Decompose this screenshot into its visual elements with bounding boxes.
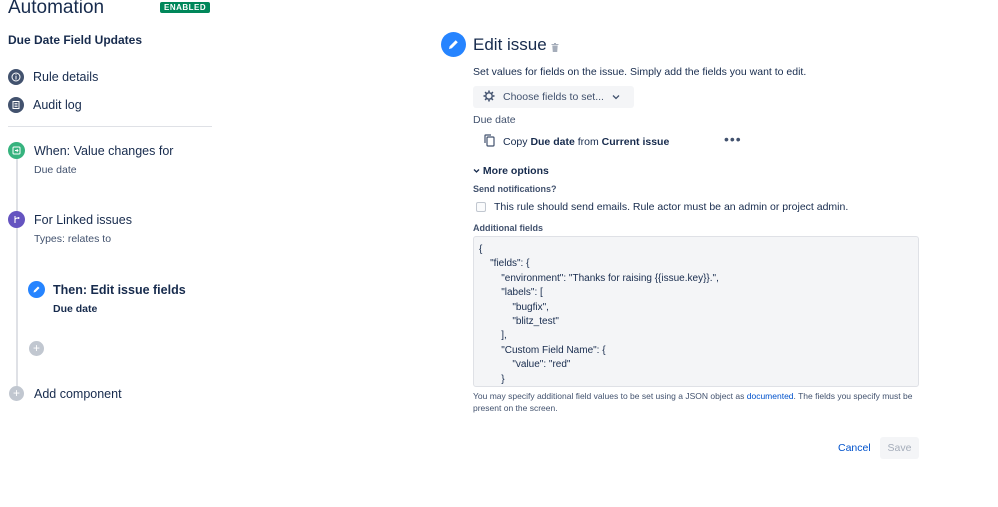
send-notifications-checkbox[interactable] [476, 202, 486, 212]
info-icon [8, 69, 24, 85]
help-text-prefix: You may specify additional field values … [473, 391, 747, 401]
field-label: Due date [473, 114, 516, 126]
action-icon [28, 281, 45, 298]
rule-name: Due Date Field Updates [8, 33, 143, 47]
branch-title: For Linked issues [34, 213, 132, 227]
divider [8, 126, 212, 127]
app-title: Automation [8, 0, 105, 18]
timeline-line [16, 158, 18, 394]
trash-icon[interactable] [550, 40, 560, 58]
branch-icon [8, 211, 25, 228]
additional-fields-label: Additional fields [473, 223, 544, 233]
status-badge: ENABLED [160, 2, 211, 13]
copy-from: from [577, 136, 599, 148]
documented-link[interactable]: documented [747, 391, 794, 401]
cancel-button[interactable]: Cancel [830, 438, 879, 458]
send-notifications-label: Send notifications? [473, 184, 557, 194]
copy-field-name: Due date [530, 136, 575, 148]
branch-step[interactable]: For Linked issues Types: relates to [34, 213, 132, 245]
help-text: You may specify additional field values … [473, 391, 923, 414]
editor-title: Edit issue [473, 35, 547, 54]
trigger-step[interactable]: When: Value changes for Due date [34, 144, 173, 176]
copy-icon [484, 134, 495, 150]
choose-fields-label: Choose fields to set... [503, 91, 604, 103]
more-options-label: More options [482, 165, 549, 177]
copy-prefix: Copy [503, 136, 528, 148]
more-actions-icon[interactable]: ••• [724, 131, 742, 147]
add-branch-action-button[interactable]: + [29, 341, 44, 356]
send-notifications-text: This rule should send emails. Rule actor… [494, 201, 849, 213]
save-button[interactable]: Save [880, 437, 919, 459]
send-notifications-row[interactable]: This rule should send emails. Rule actor… [476, 201, 848, 213]
more-options-toggle[interactable]: More options [473, 165, 549, 177]
chevron-down-icon [473, 165, 483, 177]
trigger-icon [8, 142, 25, 159]
nav-audit-log-label: Audit log [33, 98, 82, 112]
editor-description: Set values for fields on the issue. Simp… [473, 66, 807, 78]
action-subtitle: Due date [53, 303, 98, 315]
nav-rule-details-label: Rule details [33, 70, 99, 84]
branch-subtitle: Types: relates to [34, 233, 112, 245]
nav-rule-details[interactable]: Rule details [8, 69, 98, 85]
gear-icon [483, 90, 495, 105]
pencil-icon [441, 32, 466, 57]
copy-source: Current issue [601, 136, 670, 148]
additional-fields-textarea[interactable]: { "fields": { "environment": "Thanks for… [473, 236, 919, 387]
chevron-down-icon [612, 92, 620, 102]
choose-fields-button[interactable]: Choose fields to set... [473, 86, 634, 108]
nav-audit-log[interactable]: Audit log [8, 97, 82, 113]
action-title: Then: Edit issue fields [53, 283, 186, 297]
add-component-button[interactable]: Add component [34, 387, 122, 401]
trigger-title: When: Value changes for [34, 144, 174, 158]
copy-field-row[interactable]: Copy Due date from Current issue [484, 134, 669, 150]
trigger-subtitle: Due date [34, 164, 77, 176]
list-icon [8, 97, 24, 113]
action-step[interactable]: Then: Edit issue fields Due date [53, 283, 186, 315]
add-component-icon[interactable]: + [9, 386, 24, 401]
